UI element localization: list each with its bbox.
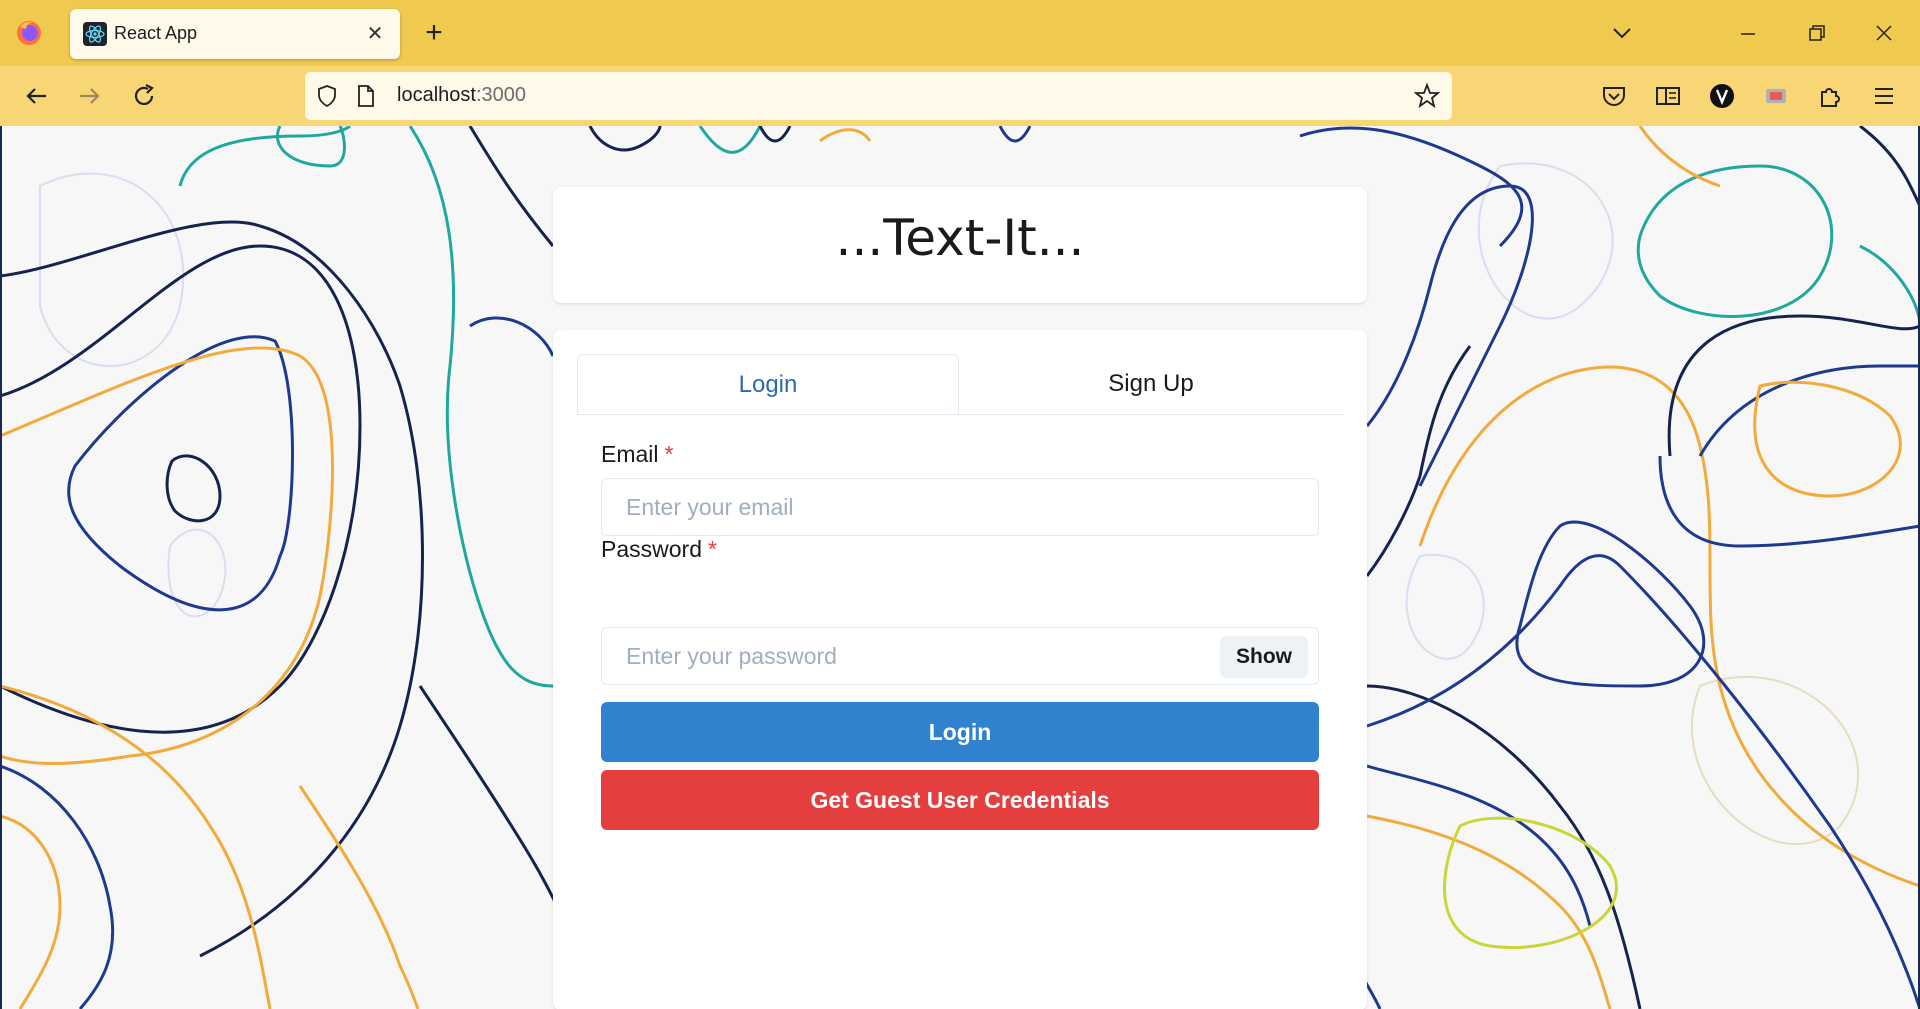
tab-title: React App <box>114 23 198 43</box>
email-label: Email * <box>601 441 673 468</box>
required-mark: * <box>664 441 674 467</box>
reader-view-icon[interactable] <box>1652 80 1684 112</box>
reload-icon[interactable] <box>128 80 160 112</box>
browser-toolbar: localhost:3000 <box>0 66 1920 126</box>
password-field[interactable] <box>601 627 1319 685</box>
chevron-down-icon[interactable] <box>1606 20 1638 48</box>
guest-credentials-button[interactable]: Get Guest User Credentials <box>601 770 1319 830</box>
page-viewport: ...Text-It... Login Sign Up Email* Passw… <box>0 126 1920 1009</box>
login-button[interactable]: Login <box>601 702 1319 762</box>
bookmark-star-icon[interactable] <box>1414 83 1440 109</box>
react-favicon-icon <box>83 22 107 46</box>
hamburger-menu-icon[interactable] <box>1868 80 1900 112</box>
restore-icon[interactable] <box>1800 20 1832 48</box>
email-field[interactable] <box>601 478 1319 536</box>
back-arrow-icon[interactable] <box>20 80 52 112</box>
extensions-puzzle-icon[interactable] <box>1814 80 1846 112</box>
page-left-edge <box>0 126 2 1009</box>
new-tab-button[interactable]: + <box>418 18 450 50</box>
screenshot-extension-icon[interactable] <box>1760 80 1792 112</box>
forward-arrow-icon[interactable] <box>74 80 106 112</box>
close-window-icon[interactable] <box>1868 20 1900 48</box>
url-text[interactable]: localhost:3000 <box>397 84 526 107</box>
pocket-icon[interactable] <box>1598 80 1630 112</box>
shield-icon[interactable] <box>315 84 339 108</box>
vpn-extension-icon[interactable] <box>1706 80 1738 112</box>
password-label: Password * <box>601 536 717 563</box>
close-tab-icon[interactable]: ✕ <box>362 21 388 47</box>
tab-login[interactable]: Login <box>577 354 959 414</box>
email-label-text: Email <box>601 441 659 467</box>
app-title: ...Text-It... <box>835 209 1085 267</box>
app-header-card: ...Text-It... <box>553 187 1367 303</box>
firefox-logo-icon[interactable] <box>14 18 44 48</box>
browser-tab-strip: React App ✕ + <box>0 0 1920 66</box>
minimize-icon[interactable] <box>1732 20 1764 48</box>
browser-tab[interactable]: React App ✕ <box>70 9 400 59</box>
tab-signup[interactable]: Sign Up <box>960 354 1342 414</box>
password-label-text: Password <box>601 536 702 562</box>
show-password-button[interactable]: Show <box>1220 636 1308 678</box>
auth-tabs: Login Sign Up <box>577 354 1343 415</box>
auth-form-card: Login Sign Up Email* Password* Show Logi… <box>553 330 1367 1009</box>
required-mark: * <box>707 536 717 562</box>
address-bar[interactable]: localhost:3000 <box>305 72 1452 120</box>
page-info-icon[interactable] <box>355 84 377 108</box>
